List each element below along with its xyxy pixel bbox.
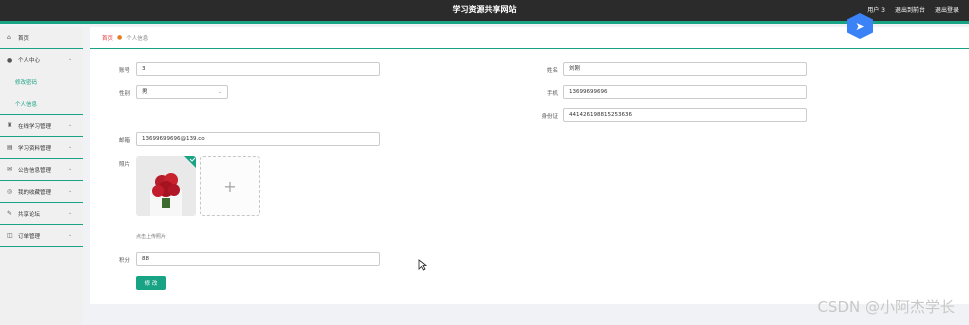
user-icon: ● [7,56,13,64]
idcard-input[interactable]: 441426198815253636 [563,108,807,122]
order-icon: ◫ [7,232,13,239]
sidebar: ⌂ 首页 ● 个人中心 ⌄ 修改密码 个人信息 ♜ 在线学习管理 ⌄ ▤ 学习资… [0,27,83,325]
home-icon: ⌂ [7,34,11,41]
chevron-down-icon: ⌄ [68,210,73,216]
sidebar-item-label: 首页 [18,35,30,42]
sidebar-subitem-change-password[interactable]: 修改密码 [0,71,83,93]
photo-label: 照片 [118,162,130,168]
breadcrumb-current: 个人信息 [126,35,149,42]
email-label: 邮箱 [118,138,130,144]
site-title: 学习资源共享网站 [452,5,517,14]
phone-input[interactable]: 13699699696 [563,85,807,99]
breadcrumb: 首页 ● 个人信息 [90,27,969,49]
sidebar-item-favorites[interactable]: ◎ 我的收藏管理 ⌄ [0,181,83,203]
upload-hint: 点击上传照片 [136,234,167,240]
chevron-down-icon: ⌄ [68,56,73,62]
forum-icon: ✎ [7,210,13,217]
check-icon [184,156,196,168]
top-bar: 学习资源共享网站 用户 3 退出到前台 退出登录 [0,0,969,24]
sidebar-item-home[interactable]: ⌂ 首页 [0,27,83,49]
breadcrumb-separator-icon: ● [117,34,123,41]
back-to-site-link[interactable]: 退出到前台 [895,5,925,14]
current-user: 用户 3 [867,7,885,14]
gender-label: 性别 [118,91,130,97]
name-input[interactable]: 刘刚 [563,62,807,76]
sidebar-item-label: 学习资料管理 [18,145,52,152]
upload-button[interactable]: + [200,156,260,216]
folder-icon: ▤ [7,144,13,151]
phone-label: 手机 [546,91,558,97]
plus-icon: + [223,176,237,196]
gender-value: 男 [142,89,148,95]
points-input[interactable]: 88 [136,252,380,266]
profile-photo[interactable] [136,156,196,216]
sidebar-item-online-learning[interactable]: ♜ 在线学习管理 ⌄ [0,115,83,137]
mail-icon: ✉ [7,166,13,173]
chevron-down-icon: ⌄ [217,89,222,95]
chevron-down-icon: ⌄ [68,122,73,128]
submit-button[interactable]: 修 改 [136,276,166,290]
chevron-down-icon: ⌄ [68,166,73,172]
sidebar-item-orders[interactable]: ◫ 订单管理 ⌄ [0,225,83,247]
sidebar-item-label: 公告信息管理 [18,167,52,174]
sidebar-item-label: 我的收藏管理 [18,189,52,196]
account-input[interactable]: 3 [136,62,380,76]
sidebar-item-notices[interactable]: ✉ 公告信息管理 ⌄ [0,159,83,181]
points-label: 积分 [118,258,130,264]
gender-select[interactable]: 男 ⌄ [136,85,228,99]
sidebar-subitem-personal-info[interactable]: 个人信息 [0,93,83,115]
name-label: 姓名 [546,68,558,74]
chevron-down-icon: ⌄ [68,144,73,150]
watermark: CSDN @小阿杰学长 [817,298,955,316]
book-icon: ♜ [7,122,13,129]
sidebar-item-forum[interactable]: ✎ 共享论坛 ⌄ [0,203,83,225]
sidebar-item-personal-center[interactable]: ● 个人中心 ⌄ [0,49,83,71]
sidebar-item-label: 在线学习管理 [18,123,52,130]
idcard-label: 身份证 [541,114,558,120]
logout-link[interactable]: 退出登录 [935,5,959,14]
sidebar-item-label: 个人中心 [18,58,41,64]
account-label: 账号 [118,68,130,74]
email-input[interactable]: 13699699696@139.co [136,132,380,146]
sidebar-item-label: 共享论坛 [18,211,41,218]
sidebar-item-label: 订单管理 [18,233,41,240]
chevron-down-icon: ⌄ [68,188,73,194]
sidebar-item-materials[interactable]: ▤ 学习资料管理 ⌄ [0,137,83,159]
chevron-down-icon: ⌄ [68,232,73,238]
mouse-cursor-icon [418,259,427,271]
breadcrumb-home[interactable]: 首页 [102,34,113,42]
star-icon: ◎ [7,188,13,195]
